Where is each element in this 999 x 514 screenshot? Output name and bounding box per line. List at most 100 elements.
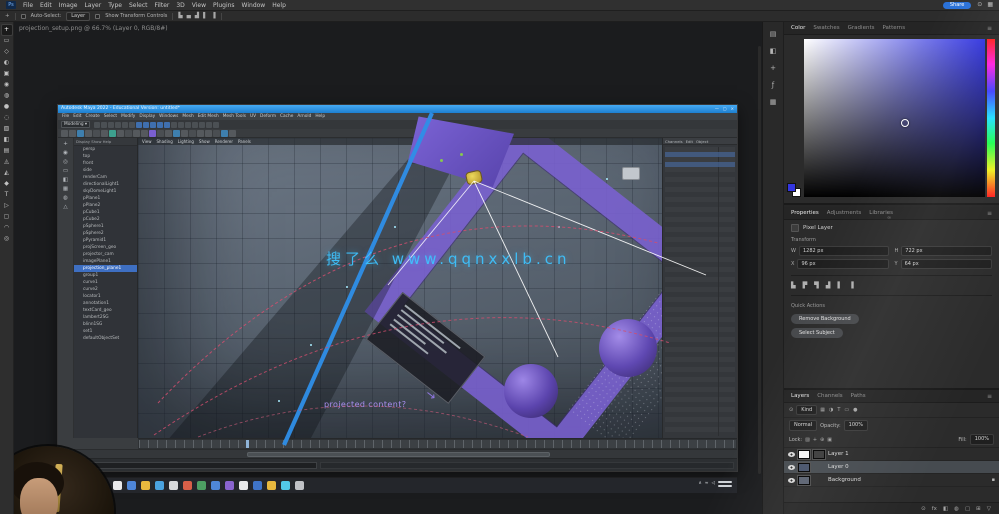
panel-icon[interactable]: ƒ [772, 81, 774, 89]
status-icon[interactable] [171, 122, 177, 128]
auto-select-checkbox[interactable] [21, 14, 26, 19]
panel-tab[interactable]: Paths [851, 393, 866, 399]
lock-option-icon[interactable]: ⊕ [820, 437, 824, 443]
field-input[interactable]: 64 px [901, 259, 992, 269]
status-icon[interactable] [150, 122, 156, 128]
foreground-background-chips[interactable] [787, 183, 802, 198]
shelf-icon[interactable] [61, 130, 68, 137]
filter-type-icon[interactable]: ● [853, 407, 857, 413]
status-icon[interactable] [213, 122, 219, 128]
menu-item[interactable]: Layer [84, 2, 101, 9]
menu-item[interactable]: Help [272, 2, 286, 9]
maya-menu-item[interactable]: Select [104, 113, 117, 120]
maya-menu-item[interactable]: Windows [159, 113, 178, 120]
lock-option-icon[interactable]: + [813, 437, 817, 443]
layer-name[interactable]: Layer 1 [828, 451, 992, 457]
shelf-icon[interactable] [229, 130, 236, 137]
layers-footer-icon[interactable]: ◍ [954, 506, 959, 512]
taskbar-app-icon[interactable] [281, 481, 290, 490]
outliner-item[interactable]: curve1 [74, 279, 137, 286]
taskbar-app-icon[interactable] [267, 481, 276, 490]
status-icon[interactable] [206, 122, 212, 128]
filter-type-icon[interactable]: ◑ [829, 407, 833, 413]
menu-item[interactable]: Edit [40, 2, 52, 9]
maya-menu-item[interactable]: Help [315, 113, 325, 120]
field-input[interactable]: 96 px [797, 259, 888, 269]
panel-icon[interactable]: ▦ [770, 98, 777, 106]
toolbox-icon[interactable]: ◎ [63, 159, 68, 165]
shelf-icon[interactable] [125, 130, 132, 137]
panel-tab[interactable]: Properties [791, 210, 819, 216]
layer-mask-thumbnail[interactable] [813, 450, 825, 459]
outliner-item[interactable]: defaultObjectSet [74, 335, 137, 342]
tool-icon[interactable]: + [2, 25, 12, 35]
shelf-icon[interactable] [157, 130, 164, 137]
blend-mode-dropdown[interactable]: Normal [789, 420, 817, 431]
tool-icon[interactable]: ◭ [2, 168, 12, 178]
field-input[interactable]: 1282 px [799, 246, 889, 256]
document-tab[interactable]: projection_setup.png @ 66.7% (Layer 0, R… [19, 25, 168, 32]
align-icon[interactable]: ▄ [187, 13, 191, 19]
layer-thumbnail[interactable] [798, 450, 810, 459]
status-icon[interactable] [199, 122, 205, 128]
panel-icon[interactable]: ▤ [770, 30, 777, 38]
color-picker-gradient[interactable] [804, 39, 985, 197]
status-icon[interactable] [101, 122, 107, 128]
window-button[interactable]: — [715, 105, 719, 113]
panel-menu-icon[interactable]: ≡ [987, 25, 992, 32]
outliner-item[interactable]: textCard_geo [74, 307, 137, 314]
toolbox-icon[interactable]: ▭ [63, 168, 68, 174]
menu-item[interactable]: 3D [176, 2, 184, 9]
outliner-item[interactable]: projection_plane1 [74, 265, 137, 272]
fill-input[interactable]: 100% [970, 434, 994, 445]
outliner-item[interactable]: skyDomeLight1 [74, 188, 137, 195]
menu-item[interactable]: Window [242, 2, 266, 9]
tool-icon[interactable]: ● [2, 102, 12, 112]
taskbar-app-icon[interactable] [155, 481, 164, 490]
shelf-icon[interactable] [197, 130, 204, 137]
panel-icon[interactable]: + [770, 64, 776, 72]
outliner-item[interactable]: persp [74, 146, 137, 153]
tool-icon[interactable]: ◍ [2, 91, 12, 101]
outliner-item[interactable]: front [74, 160, 137, 167]
taskbar-app-icon[interactable] [141, 481, 150, 490]
layers-footer-icon[interactable]: ▽ [987, 506, 991, 512]
channel-box-tab[interactable]: Channels [665, 138, 683, 144]
maya-range-slider[interactable] [74, 449, 737, 458]
outliner-item[interactable]: directionalLight1 [74, 181, 137, 188]
shelf-icon[interactable] [165, 130, 172, 137]
outliner-item[interactable]: projector_cam [74, 251, 137, 258]
panel-tab[interactable]: Swatches [813, 25, 839, 31]
outliner-item[interactable]: pSphere2 [74, 230, 137, 237]
taskbar-app-icon[interactable] [169, 481, 178, 490]
tool-icon[interactable]: ◇ [2, 47, 12, 57]
viewport-menu-item[interactable]: Show [199, 138, 210, 145]
command-input[interactable] [61, 462, 317, 469]
layers-footer-icon[interactable]: ◧ [943, 506, 948, 512]
layer-name[interactable]: Layer 0 [828, 464, 992, 470]
layer-name[interactable]: Background [828, 477, 989, 483]
outliner-item[interactable]: curve2 [74, 286, 137, 293]
maya-menu-item[interactable]: Edit Mesh [198, 113, 219, 120]
panel-tab[interactable]: Gradients [848, 25, 875, 31]
workspace-dropdown[interactable]: Modeling ▾ [61, 121, 90, 128]
tray-icon[interactable]: ≈ [705, 481, 709, 486]
visibility-eye-icon[interactable] [788, 478, 795, 483]
toolbox-icon[interactable]: △ [63, 204, 67, 210]
taskbar-app-icon[interactable] [225, 481, 234, 490]
maya-menu-item[interactable]: Cache [280, 113, 293, 120]
toolbox-icon[interactable]: ▦ [63, 186, 68, 192]
align-icon[interactable]: ▟ [195, 13, 199, 19]
field-input[interactable]: 722 px [901, 246, 992, 256]
lock-option-icon[interactable]: ▣ [827, 437, 832, 443]
outliner-item[interactable]: locator1 [74, 293, 137, 300]
hue-slider[interactable] [987, 39, 995, 197]
taskbar-app-icon[interactable] [239, 481, 248, 490]
filter-type-icon[interactable]: ▦ [820, 407, 825, 413]
status-icon[interactable] [185, 122, 191, 128]
opacity-input[interactable]: 100% [844, 420, 868, 431]
layers-footer-icon[interactable]: ⊙ [921, 506, 926, 512]
menu-item[interactable]: View [192, 2, 206, 9]
menu-item[interactable]: Select [129, 2, 148, 9]
outliner-item[interactable]: pPlane1 [74, 195, 137, 202]
